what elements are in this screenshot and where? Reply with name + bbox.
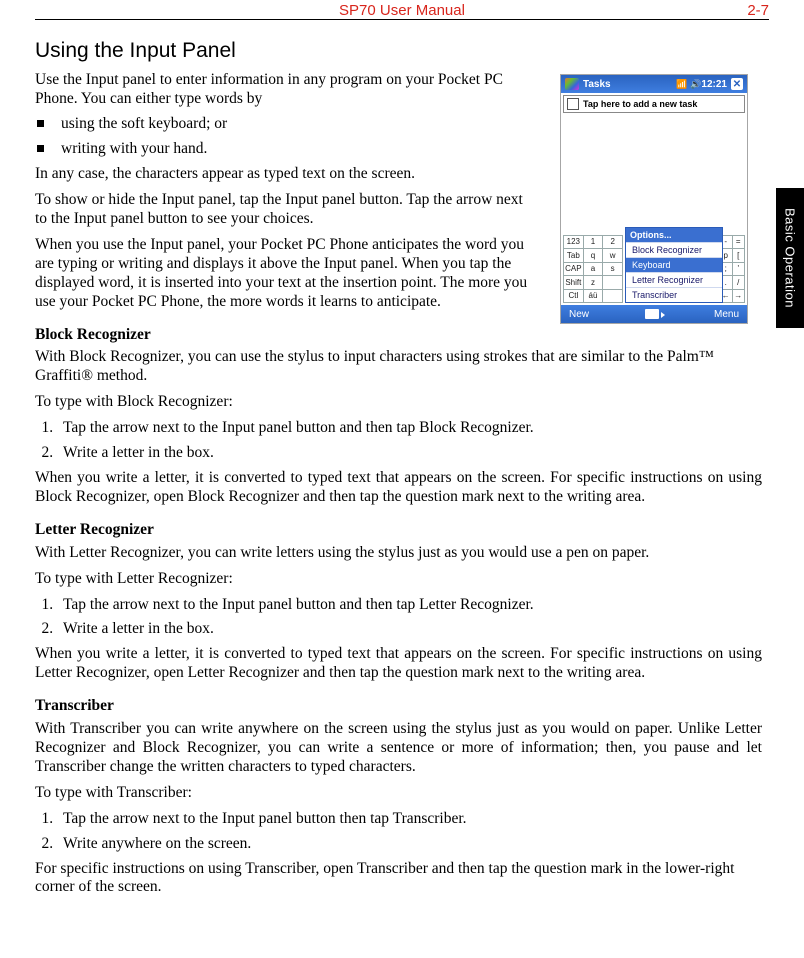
doc-title: SP70 User Manual <box>339 2 465 19</box>
paragraph: To type with Transcriber: <box>35 784 762 803</box>
step-item: Write anywhere on the screen. <box>57 835 762 854</box>
side-tab: Basic Operation <box>776 188 804 328</box>
step-item: Tap the arrow next to the Input panel bu… <box>57 596 762 615</box>
subheading: Transcriber <box>35 697 762 716</box>
paragraph: When you write a letter, it is converted… <box>35 645 762 683</box>
paragraph: To type with Letter Recognizer: <box>35 570 762 589</box>
step-item: Write a letter in the box. <box>57 444 762 463</box>
paragraph: With Letter Recognizer, you can write le… <box>35 544 762 563</box>
bullet-item: using the soft keyboard; or <box>35 115 535 134</box>
paragraph: To type with Block Recognizer: <box>35 393 762 412</box>
subheading: Letter Recognizer <box>35 521 762 540</box>
section-title: Using the Input Panel <box>35 38 762 64</box>
step-item: Tap the arrow next to the Input panel bu… <box>57 810 762 829</box>
paragraph: Use the Input panel to enter information… <box>35 71 535 109</box>
bullet-item: writing with your hand. <box>35 140 535 159</box>
subheading: Block Recognizer <box>35 326 762 345</box>
step-item: Tap the arrow next to the Input panel bu… <box>57 419 762 438</box>
step-item: Write a letter in the box. <box>57 620 762 639</box>
paragraph: In any case, the characters appear as ty… <box>35 165 535 184</box>
paragraph: For specific instructions on using Trans… <box>35 860 762 898</box>
paragraph: When you write a letter, it is converted… <box>35 469 762 507</box>
page-number: 2-7 <box>747 2 769 19</box>
paragraph: To show or hide the Input panel, tap the… <box>35 191 535 229</box>
header-divider <box>35 19 769 20</box>
paragraph: With Transcriber you can write anywhere … <box>35 720 762 777</box>
paragraph: When you use the Input panel, your Pocke… <box>35 236 535 312</box>
paragraph: With Block Recognizer, you can use the s… <box>35 348 762 386</box>
